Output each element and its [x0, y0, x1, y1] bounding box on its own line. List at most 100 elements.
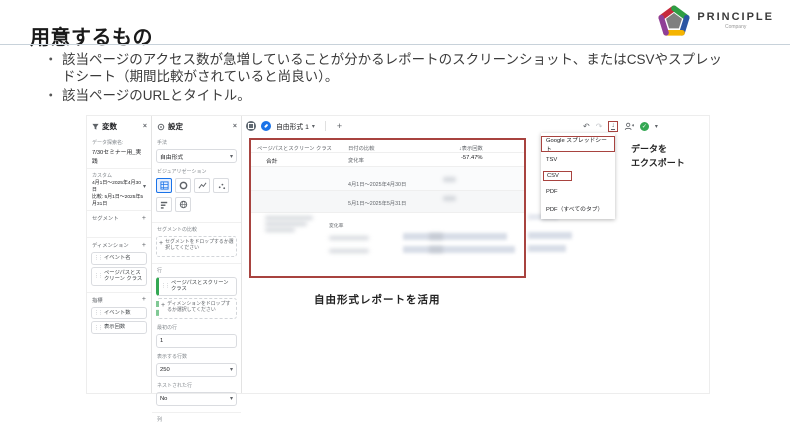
edit-pencil-icon[interactable] [261, 121, 271, 131]
first-row-label: 最初の行 [152, 321, 241, 332]
menu-item-label: TSV [546, 157, 557, 163]
download-icon[interactable]: ↓ [611, 122, 615, 130]
metric-chip-label: 表示回数 [104, 324, 125, 331]
row-chip-label: ページパスとスクリーン クラス [171, 280, 234, 293]
undo-icon[interactable]: ↶ [583, 123, 590, 131]
date-range-custom-label: カスタム [87, 169, 151, 179]
technique-select[interactable]: 自由形式 ▾ [156, 149, 237, 163]
bullet-marker: ・ [44, 87, 62, 104]
viz-table-icon[interactable] [156, 178, 172, 193]
total-change-value: -57.47% [461, 155, 483, 161]
add-tab-button[interactable]: + [337, 121, 342, 131]
redo-icon[interactable]: ↷ [596, 123, 603, 131]
viz-scatter-icon[interactable] [213, 178, 229, 193]
chevron-down-icon[interactable]: ▾ [655, 123, 658, 130]
chevron-down-icon: ▾ [230, 395, 233, 402]
dimension-chip[interactable]: ⋮⋮ ページパスとスクリーン クラス [91, 267, 147, 286]
close-icon[interactable]: × [233, 123, 237, 130]
dimension-drop-hint: ディメンションをドロップするか選択してください [167, 302, 234, 315]
drag-handle-icon[interactable]: ⋮⋮ [161, 283, 169, 289]
pentagon-logo-icon [658, 5, 690, 37]
menu-item-pdf[interactable]: PDF [541, 184, 615, 200]
close-icon[interactable]: × [143, 123, 147, 130]
segments-label: セグメント [92, 214, 119, 222]
dimension-chip[interactable]: ⋮⋮ イベント名 [91, 252, 147, 265]
row-count-value: 250 [160, 367, 170, 373]
dimensions-label: ディメンション [92, 241, 129, 249]
company-logo: PRINCIPLE Company [658, 5, 774, 37]
drag-handle-icon[interactable]: ⋮⋮ [94, 325, 102, 331]
row-dimension-chip[interactable]: ⋮⋮ ページパスとスクリーン クラス [156, 277, 237, 296]
column-header[interactable]: ページパスとスクリーン クラス [257, 144, 332, 152]
segment-drop-hint: セグメントをドロップするか選択してください [165, 240, 234, 253]
date-range-selector[interactable]: 4月1日～2025年4月30日 ▾ [87, 179, 151, 193]
logo-subtext: Company [725, 25, 746, 30]
dimension-chip-label: ページパスとスクリーン クラス [104, 270, 144, 283]
plus-icon: + [161, 302, 165, 309]
logo-text: PRINCIPLE [697, 12, 774, 23]
menu-item-csv[interactable]: CSV [541, 168, 615, 184]
plus-icon: + [159, 240, 163, 247]
bullet-item: ・ 該当ページのアクセス数が急増していることが分かるレポートのスクリーンショット… [44, 51, 744, 85]
segment-drop-zone[interactable]: + セグメントをドロップするか選択してください [156, 236, 237, 257]
export-annotation: データを エクスポート [631, 143, 685, 170]
variables-panel-title: 変数 [102, 121, 117, 132]
nested-rows-select[interactable]: No ▾ [156, 392, 237, 406]
tab-bar: 自由形式 1 ▾ + [246, 121, 342, 131]
header-divider [0, 44, 790, 45]
bullet-list: ・ 該当ページのアクセス数が急増していることが分かるレポートのスクリーンショット… [44, 51, 744, 106]
caption-text: 自由形式レポートを活用 [314, 292, 441, 307]
menu-item-label: PDF [546, 189, 558, 195]
exploration-name[interactable]: 7/30セミナー用_実践 [87, 147, 151, 165]
share-user-icon[interactable] [624, 122, 634, 131]
metric-chip[interactable]: ⋮⋮ イベント数 [91, 307, 147, 320]
settings-panel: 設定 × 手法 自由形式 ▾ ビジュアリゼーション [152, 116, 242, 393]
row-count-label: 表示する行数 [152, 350, 241, 361]
technique-label: 手法 [152, 136, 241, 147]
settings-panel-title: 設定 [168, 121, 183, 132]
chevron-down-icon: ▾ [230, 366, 233, 373]
segment-comparison-label: セグメントの比較 [152, 223, 241, 234]
column-header[interactable]: 日付の比較 [348, 144, 375, 152]
blurred-bar [528, 245, 566, 252]
drag-handle-icon[interactable]: ⋮⋮ [94, 255, 102, 261]
toolbar: ↶ ↷ ↓ ✓ ▾ [583, 121, 658, 132]
date-range-row: 4月1日～2025年4月30日 [348, 180, 406, 188]
viz-donut-icon[interactable] [175, 178, 191, 193]
tab-free-form[interactable]: 自由形式 1 ▾ [276, 121, 315, 131]
rows-label: 行 [152, 264, 241, 275]
technique-value: 自由形式 [160, 152, 183, 161]
first-row-value: 1 [160, 338, 163, 344]
variables-panel: 変数 × データ探索名: 7/30セミナー用_実践 カスタム 4月1日～2025… [87, 116, 152, 393]
dimension-drop-zone[interactable]: + ディメンションをドロップするか選択してください [156, 298, 237, 319]
menu-item-tsv[interactable]: TSV [541, 152, 615, 168]
account-status-icon[interactable]: ✓ [640, 122, 649, 131]
metric-chip[interactable]: ⋮⋮ 表示回数 [91, 321, 147, 334]
ga-exploration-screenshot: 変数 × データ探索名: 7/30セミナー用_実践 カスタム 4月1日～2025… [86, 115, 710, 394]
menu-item-google-sheets[interactable]: Google スプレッドシート [541, 136, 615, 152]
nested-rows-label: ネストされた行 [152, 379, 241, 390]
viz-bar-icon[interactable] [156, 197, 172, 212]
bullet-marker: ・ [44, 51, 62, 85]
change-rate-label: 変化率 [329, 222, 343, 229]
menu-item-pdf-all-tabs[interactable]: PDF（すべてのタブ） [541, 200, 615, 216]
report-table: ページパスとスクリーン クラス 日付の比較 ↓表示回数 合計 変化率 -57.4… [249, 138, 526, 278]
download-icon-highlight[interactable]: ↓ [608, 121, 618, 132]
first-row-input[interactable]: 1 [156, 334, 237, 348]
visualization-options [152, 176, 241, 195]
metric-chip-label: イベント数 [104, 310, 131, 317]
total-row-label: 合計 [266, 156, 278, 165]
exploration-icon[interactable] [246, 121, 256, 131]
export-annotation-line: データを [631, 143, 685, 157]
viz-geo-icon[interactable] [175, 197, 191, 212]
add-metric-icon[interactable]: + [142, 296, 146, 303]
add-segment-icon[interactable]: + [142, 215, 146, 222]
chevron-down-icon: ▾ [312, 123, 315, 130]
row-count-select[interactable]: 250 ▾ [156, 363, 237, 377]
column-header-sorted[interactable]: ↓表示回数 [459, 144, 483, 152]
viz-line-icon[interactable] [194, 178, 210, 193]
add-dimension-icon[interactable]: + [142, 242, 146, 249]
drag-handle-icon[interactable]: ⋮⋮ [94, 310, 102, 316]
chevron-down-icon: ▾ [143, 183, 146, 190]
drag-handle-icon[interactable]: ⋮⋮ [94, 273, 102, 279]
